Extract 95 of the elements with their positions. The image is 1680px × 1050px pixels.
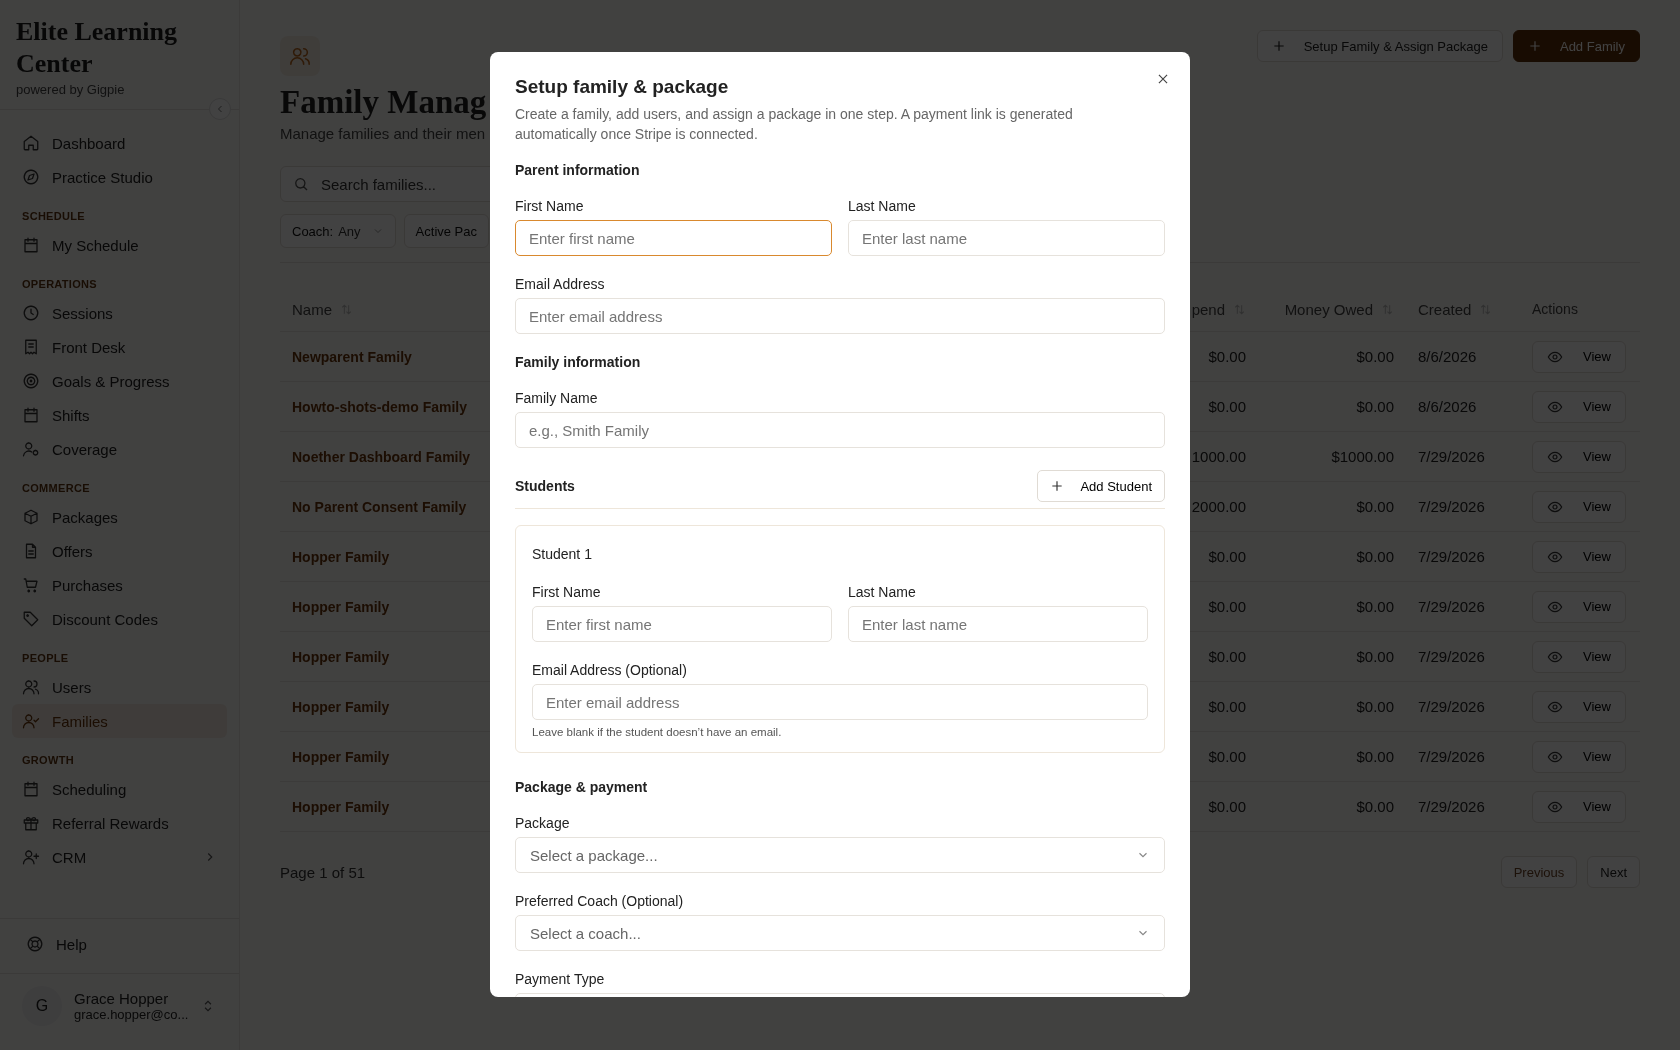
nav-item[interactable]: Front Desk [12,330,227,364]
last-name-field[interactable]: Enter last name [848,606,1148,642]
table-cell: 7/29/2026 [1418,548,1485,565]
section-heading: Parent information [515,162,641,178]
field-hint: Leave blank if the student doesn’t have an email. [532,726,783,738]
table-cell: $0.00 [1208,748,1246,765]
table-cell: $0.00 [1208,398,1246,415]
table-cell: $0.00 [1208,798,1246,815]
field-label: Package [515,815,571,831]
nav-item[interactable]: Users [12,670,227,704]
field-label: Payment Type [515,971,606,987]
table-cell: $0.00 [1356,598,1394,615]
family-link[interactable]: Hopper Family [292,548,390,565]
nav-item[interactable]: My Schedule [12,228,227,262]
nav-section-label: COMMERCE [21,481,91,496]
nav-item[interactable]: Scheduling [12,772,227,806]
field-label: Email Address (Optional) [532,662,688,678]
field-label: Email Address [515,276,606,292]
user-email: grace.hopper@co... [74,1007,189,1022]
nav-item[interactable]: Dashboard [12,126,227,160]
table-cell: $0.00 [1356,698,1394,715]
table-cell: $1000.00 [1331,448,1394,465]
table-cell: 7/29/2026 [1418,598,1485,615]
field-label: Last Name [848,584,917,600]
section-heading: Students [515,478,575,494]
table-cell: 2000.00 [1191,498,1246,515]
table-cell: $0.00 [1356,548,1394,565]
nav-item[interactable]: Packages [12,500,227,534]
nav-section-label: OPERATIONS [21,277,98,292]
nav-section-label: SCHEDULE [21,209,86,224]
nav-item[interactable]: Sessions [12,296,227,330]
help-item[interactable]: Help [14,927,225,961]
section-heading: Package & payment [515,779,649,795]
nav-item[interactable]: Purchases [12,568,227,602]
nav-item[interactable]: Referral Rewards [12,806,227,840]
last-name-field[interactable]: Enter last name [848,220,1165,256]
table-cell: 1000.00 [1191,448,1246,465]
family-link[interactable]: No Parent Consent Family [292,498,467,515]
table-cell: 8/6/2026 [1418,398,1477,415]
table-cell: 7/29/2026 [1418,748,1485,765]
table-cell: $0.00 [1356,348,1394,365]
table-cell: $0.00 [1356,398,1394,415]
close-icon [1156,72,1170,86]
family-link[interactable]: Hopper Family [292,798,390,815]
page-title: Family Manag [280,84,487,121]
add-student-button[interactable]: Add Student [1037,470,1165,502]
table-cell: $0.00 [1208,348,1246,365]
table-cell: $0.00 [1208,648,1246,665]
family-link[interactable]: Howto-shots-demo Family [292,398,467,415]
table-cell: 8/6/2026 [1418,348,1477,365]
nav-item[interactable]: Shifts [12,398,227,432]
table-cell: $0.00 [1208,698,1246,715]
table-cell: $0.00 [1356,798,1394,815]
field-label: First Name [532,584,602,600]
table-cell: 7/29/2026 [1418,448,1485,465]
student-title: Student 1 [532,546,593,562]
table-cell: $0.00 [1356,648,1394,665]
first-name-field[interactable]: Enter first name [515,220,832,256]
coach-select[interactable]: Select a coach... [515,915,1165,951]
nav-item[interactable]: CRM [12,840,227,874]
nav-item[interactable]: Coverage [12,432,227,466]
family-link[interactable]: Hopper Family [292,598,390,615]
table-cell: 7/29/2026 [1418,648,1485,665]
field-label: First Name [515,198,585,214]
nav-section-label: PEOPLE [21,651,70,666]
family-link[interactable]: Hopper Family [292,698,390,715]
dialog-title: Setup family & package [515,76,729,98]
field-label: Family Name [515,390,599,406]
user-name: Grace Hopper [74,990,170,1007]
nav-section-label: GROWTH [21,753,75,768]
family-link[interactable]: Newparent Family [292,348,412,365]
table-cell: $0.00 [1356,498,1394,515]
table-cell: $0.00 [1356,748,1394,765]
table-cell: 7/29/2026 [1418,698,1485,715]
dialog-description: Create a family, add users, and assign a package in one step. A payment link is generated automatically once Stripe is connected. [515,105,1074,144]
package-select[interactable]: Select a package... [515,837,1165,873]
family-link[interactable]: Hopper Family [292,648,390,665]
table-cell: 7/29/2026 [1418,498,1485,515]
family-link[interactable]: Hopper Family [292,748,390,765]
family-name-field[interactable]: e.g., Smith Family [515,412,1165,448]
email-field[interactable]: Enter email address [515,298,1165,334]
nav-item[interactable]: Discount Codes [12,602,227,636]
nav-item[interactable]: Goals & Progress [12,364,227,398]
field-label: Last Name [848,198,917,214]
nav-item[interactable]: Offers [12,534,227,568]
table-cell: $0.00 [1208,598,1246,615]
section-heading: Family information [515,354,642,370]
brand-name: Elite Learning Center [16,16,179,80]
family-link[interactable]: Noether Dashboard Family [292,448,471,465]
nav-item[interactable]: Practice Studio [12,160,227,194]
plus-icon [1050,479,1065,493]
email-field[interactable]: Enter email address [532,684,1148,720]
table-cell: $0.00 [1208,548,1246,565]
table-cell: 7/29/2026 [1418,798,1485,815]
field-label: Preferred Coach (Optional) [515,893,685,909]
